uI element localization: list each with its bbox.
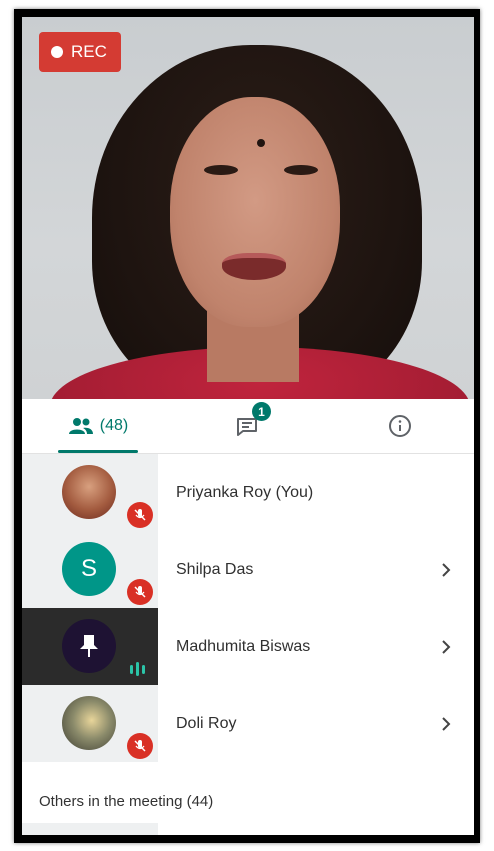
participant-row[interactable]: Doli Roy [22, 685, 474, 762]
mic-off-icon [127, 502, 153, 528]
active-tab-indicator [58, 450, 138, 453]
tab-bar: (48) 1 [22, 399, 474, 454]
participant-tile-peek [22, 823, 158, 835]
avatar-letter: S [80, 555, 97, 582]
chevron-right-icon[interactable] [440, 685, 452, 762]
avatar [62, 465, 116, 519]
info-icon [389, 415, 411, 437]
participant-row[interactable]: Madhumita Biswas [22, 608, 474, 685]
main-video[interactable]: REC [22, 17, 474, 399]
participant-name: Shilpa Das [176, 560, 254, 578]
mic-off-icon [127, 733, 153, 759]
chevron-right-icon[interactable] [440, 531, 452, 608]
people-count: (48) [99, 417, 129, 434]
participant-row[interactable]: Priyanka Roy (You) [22, 454, 474, 531]
chat-unread-badge: 1 [252, 402, 271, 421]
video-bindi [257, 139, 265, 147]
mic-off-icon [127, 579, 153, 605]
video-eye-right [284, 165, 318, 175]
participant-row[interactable]: S Shilpa Das [22, 531, 474, 608]
audio-level-icon [130, 662, 145, 676]
video-eye-left [204, 165, 238, 175]
avatar [62, 619, 116, 673]
tab-chat[interactable]: 1 [228, 399, 271, 453]
avatar [62, 696, 116, 750]
chevron-right-icon[interactable] [440, 608, 452, 685]
participant-tile: S [22, 531, 158, 608]
participant-list: Priyanka Roy (You) S Shilpa Das Madhumit… [22, 454, 474, 762]
meeting-screen: REC (48) 1 Priyanka Roy (You) S Shilpa D… [22, 17, 474, 835]
participant-tile [22, 685, 158, 762]
pin-icon [80, 635, 98, 657]
recording-indicator: REC [39, 32, 121, 72]
participant-tile [22, 454, 158, 531]
participant-tile [22, 608, 158, 685]
participant-name: Doli Roy [176, 714, 237, 732]
tab-people[interactable]: (48) [58, 399, 138, 453]
people-icon [68, 418, 93, 434]
avatar: S [62, 542, 116, 596]
record-dot-icon [51, 46, 63, 58]
video-mouth [222, 253, 286, 280]
video-face [170, 97, 340, 327]
recording-label: REC [71, 42, 107, 61]
participant-name: Madhumita Biswas [176, 637, 311, 655]
tab-info[interactable] [382, 399, 418, 453]
participant-name: Priyanka Roy (You) [176, 483, 314, 501]
others-section-header: Others in the meeting (44) [39, 793, 214, 810]
